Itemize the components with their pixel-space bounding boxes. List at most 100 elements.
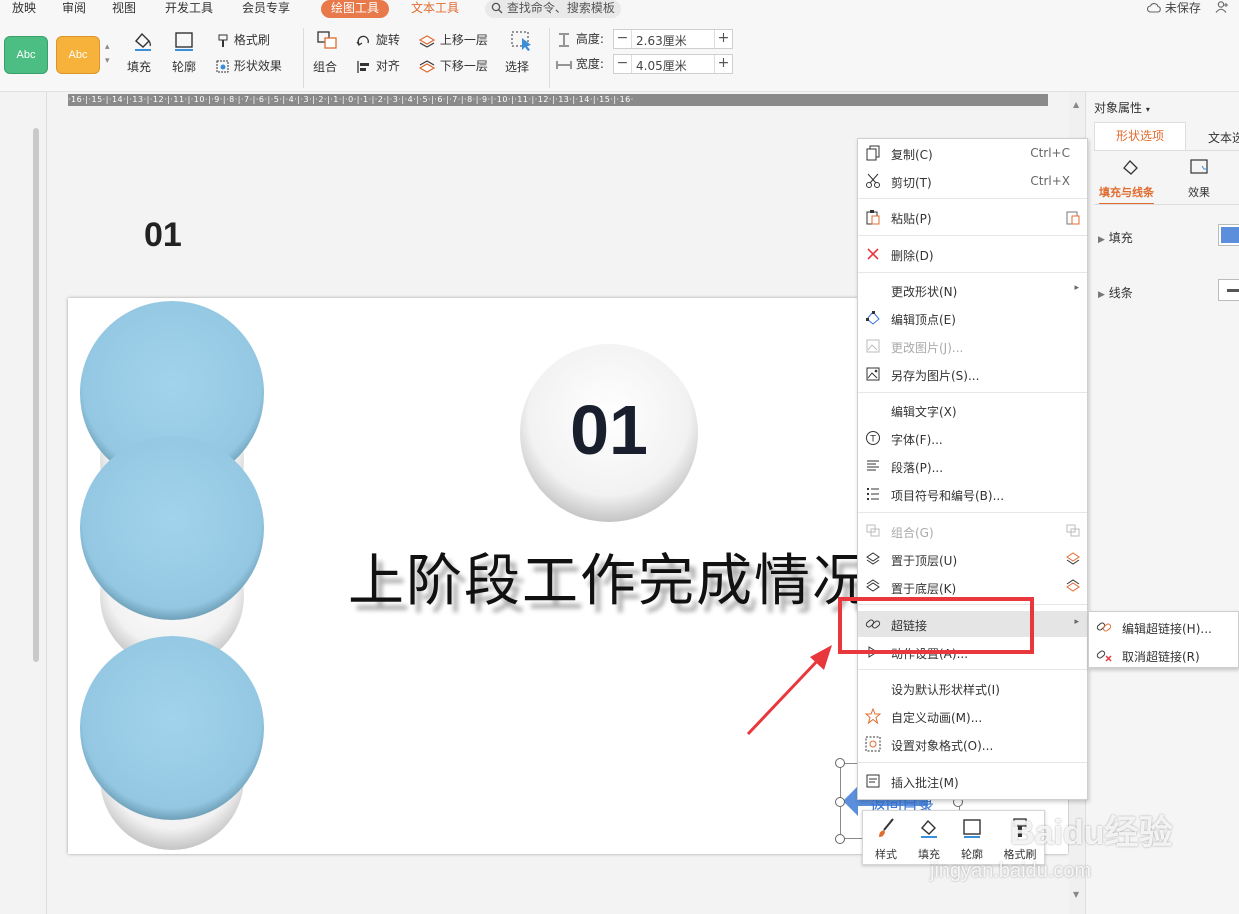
star-animation-icon (865, 708, 881, 724)
rotate-button[interactable]: 旋转 (356, 33, 400, 48)
style-gallery-more-icon[interactable]: ▴ ▾ (105, 40, 110, 68)
decorative-blue-circle (80, 636, 264, 820)
height-stepper[interactable]: − 2.63厘米 + (613, 29, 733, 49)
group-button[interactable] (316, 30, 340, 55)
tab-view[interactable]: 视图 (112, 0, 136, 18)
scroll-down-icon[interactable]: ▼ (1073, 890, 1079, 899)
send-to-back-icon (866, 579, 880, 592)
format-brush-button[interactable]: 格式刷 (216, 33, 270, 48)
menu-item-bullets[interactable]: 项目符号和编号(B)... (858, 481, 1087, 507)
tab-text-options[interactable]: 文本选 (1208, 129, 1239, 146)
ribbon-separator (303, 28, 304, 88)
menu-item-format-object[interactable]: 设置对象格式(O)... (858, 731, 1087, 757)
save-status[interactable]: 未保存 (1147, 0, 1201, 16)
fill-line-tab[interactable]: 填充与线条 (1099, 184, 1154, 205)
menu-item-save-as-picture[interactable]: 另存为图片(S)... (858, 361, 1087, 387)
paragraph-icon (867, 460, 879, 471)
menu-item-label: 置于顶层(U) (891, 554, 958, 568)
mini-fill-button[interactable]: 填充 (908, 817, 950, 862)
menu-item-label: 复制(C) (891, 148, 933, 162)
share-button[interactable] (1215, 0, 1229, 16)
menu-item-label: 另存为图片(S)... (891, 369, 980, 383)
menu-item-paste[interactable]: 粘贴(P) (858, 204, 1087, 230)
menu-item-shortcut: Ctrl+X (1030, 174, 1070, 188)
tab-shape-options[interactable]: 形状选项 (1094, 122, 1186, 150)
resize-handle[interactable] (835, 834, 845, 844)
panel-title[interactable]: 对象属性 ▾ (1094, 99, 1150, 116)
width-value[interactable]: 4.05厘米 (636, 57, 687, 74)
select-label[interactable]: 选择 (505, 60, 529, 74)
tab-review[interactable]: 审阅 (62, 0, 86, 18)
height-label: 高度: (556, 32, 604, 47)
fill-button[interactable] (127, 30, 159, 55)
resize-handle[interactable] (835, 758, 845, 768)
menu-item-edit-text[interactable]: 编辑文字(X) (858, 397, 1087, 423)
send-to-back-shortcut-icon[interactable] (1065, 579, 1081, 595)
tab-slideshow[interactable]: 放映 (12, 0, 36, 18)
select-button[interactable] (510, 30, 534, 55)
tab-member[interactable]: 会员专享 (242, 0, 290, 18)
effects-tab[interactable]: 效果 (1188, 184, 1210, 200)
menu-item-insert-comment[interactable]: 插入批注(M) (858, 768, 1087, 794)
bring-forward-button[interactable]: 上移一层 (418, 33, 488, 48)
search-box[interactable]: 查找命令、搜索模板 (485, 0, 621, 18)
fill-section[interactable]: ▶ 填充 (1098, 229, 1133, 246)
fill-label[interactable]: 填充 (127, 60, 151, 74)
line-section[interactable]: ▶ 线条 (1098, 284, 1133, 301)
menu-item-set-default-style[interactable]: 设为默认形状样式(I) (858, 675, 1087, 701)
menu-item-change-picture[interactable]: 更改图片(J)... (858, 333, 1087, 359)
menu-item-change-shape[interactable]: 更改形状(N) ▸ (858, 277, 1087, 303)
group-label[interactable]: 组合 (313, 60, 337, 74)
effects-icon[interactable] (1189, 158, 1211, 178)
menu-item-custom-animation[interactable]: 自定义动画(M)... (858, 703, 1087, 729)
resize-handle[interactable] (835, 797, 845, 807)
menu-item-cut[interactable]: 剪切(T) Ctrl+X (858, 168, 1087, 194)
edit-points-icon (866, 311, 880, 325)
mini-style-button[interactable]: 样式 (865, 817, 907, 862)
delete-x-icon (867, 248, 879, 260)
menu-item-paragraph[interactable]: 段落(P)... (858, 453, 1087, 479)
align-button[interactable]: 对齐 (356, 59, 400, 74)
tab-text-tools[interactable]: 文本工具 (411, 0, 459, 18)
menu-item-bring-to-front[interactable]: 置于顶层(U) (858, 546, 1087, 572)
fill-color-swatch[interactable] (1218, 224, 1239, 246)
tab-drawing-tools[interactable]: 绘图工具 (321, 0, 390, 18)
paste-options-icon[interactable] (1065, 209, 1081, 225)
menu-item-copy[interactable]: 复制(C) Ctrl+C (858, 140, 1087, 166)
bring-to-front-shortcut-icon[interactable] (1065, 551, 1081, 567)
menu-item-delete[interactable]: 删除(D) (858, 241, 1087, 267)
thumbnail-scrollbar[interactable] (33, 128, 39, 662)
tab-developer[interactable]: 开发工具 (165, 0, 213, 18)
width-stepper[interactable]: − 4.05厘米 + (613, 54, 733, 74)
height-icon (559, 33, 569, 46)
outline-label[interactable]: 轮廓 (172, 60, 196, 74)
change-picture-icon (866, 339, 880, 353)
mini-outline-button[interactable]: 轮廓 (951, 817, 993, 862)
group-shortcut-icon (1066, 524, 1080, 537)
height-value[interactable]: 2.63厘米 (636, 32, 687, 49)
menu-item-font[interactable]: T 字体(F)... (858, 425, 1087, 451)
shape-effect-button[interactable]: 形状效果 (216, 59, 282, 74)
menu-item-label: 自定义动画(M)... (891, 711, 983, 725)
pane-divider (46, 92, 47, 914)
menu-item-label: 项目符号和编号(B)... (891, 489, 1005, 503)
select-cursor-icon (511, 31, 531, 51)
height-increment-button[interactable]: + (714, 30, 732, 48)
shape-style-green[interactable]: Abc (4, 36, 48, 74)
menu-item-remove-hyperlink[interactable]: 取消超链接(R) (1089, 642, 1239, 668)
shape-style-orange[interactable]: Abc (56, 36, 100, 74)
menu-item-edit-hyperlink[interactable]: 编辑超链接(H)... (1089, 614, 1239, 640)
menu-item-group[interactable]: 组合(G) (858, 518, 1087, 544)
scroll-up-icon[interactable]: ▲ (1073, 100, 1079, 109)
width-decrement-button[interactable]: − (614, 55, 632, 73)
line-style-swatch[interactable] (1218, 279, 1239, 301)
menu-item-edit-points[interactable]: 编辑顶点(E) (858, 305, 1087, 331)
slide-title[interactable]: 上阶段工作完成情况 (348, 536, 870, 617)
send-backward-button[interactable]: 下移一层 (418, 59, 488, 74)
menu-item-label: 设置对象格式(O)... (891, 739, 994, 753)
outline-button[interactable] (172, 30, 196, 55)
width-increment-button[interactable]: + (714, 55, 732, 73)
menu-item-label: 插入批注(M) (891, 776, 959, 790)
fill-line-icon[interactable] (1120, 158, 1142, 178)
height-decrement-button[interactable]: − (614, 30, 632, 48)
